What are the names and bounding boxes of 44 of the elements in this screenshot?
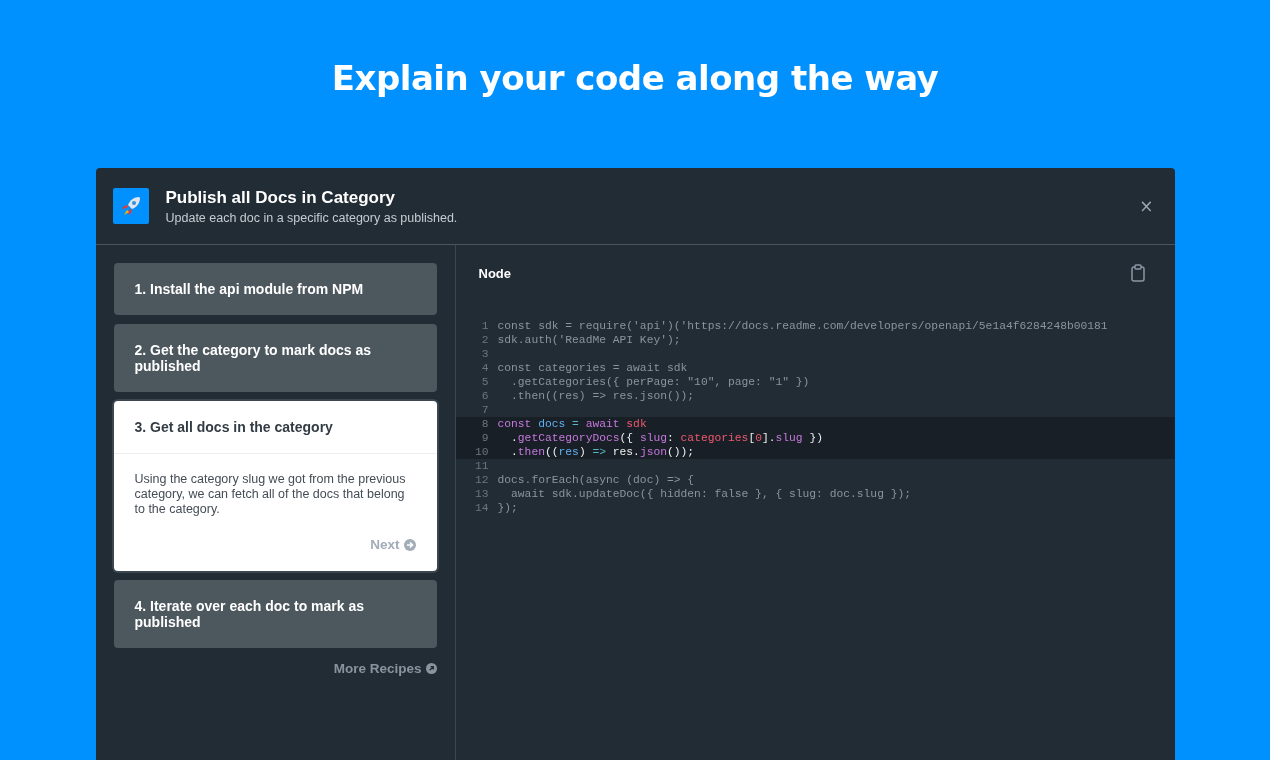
more-recipes-link[interactable]: More Recipes [333,661,437,676]
step-card[interactable]: 2. Get the category to mark docs as published [113,324,437,392]
step-card[interactable]: 3. Get all docs in the category Using the category slug we got from the previous category, we can fetch all of the docs that belong to the category. Next [113,401,437,571]
line-number: 4 [480,361,490,375]
line-number: 6 [480,389,490,403]
step-description: Using the category slug we got from the previous category, we can fetch all of the docs that belong to the category. [133,471,407,518]
line-number: 2 [480,333,490,347]
code-line: }); [497,501,518,515]
line-number: 8 [480,417,490,431]
line-number: 3 [480,347,490,361]
line-number: 11 [473,459,490,473]
arrow-circle-icon [425,663,437,674]
code-line: await sdk.updateDoc({ hidden: false }, { slug: doc.slug }); [510,487,912,501]
line-number: 13 [473,487,490,501]
line-number: 10 [473,445,490,459]
step-title: 1. Install the api module from NPM [134,281,365,297]
dialog-subtitle: Update each doc in a specific category as published. [165,210,459,225]
line-number: 5 [480,375,490,389]
arrow-circle-icon [403,538,416,551]
line-number: 14 [473,501,490,515]
code-line: const sdk = require('api')('https://docs.readme.com/developers/openapi/5e1a4f6284248b00181 [497,319,1108,333]
step-card[interactable]: 4. Iterate over each doc to mark as published [113,580,437,648]
step-title: 2. Get the category to mark docs as published [134,342,373,374]
line-number: 12 [473,473,490,487]
step-title: 3. Get all docs in the category [113,401,437,454]
code-line: sdk.auth('ReadMe API Key'); [497,333,681,347]
step-title: 4. Iterate over each doc to mark as published [134,598,366,630]
line-number: 7 [480,403,490,417]
dialog-title: Publish all Docs in Category [165,187,397,208]
code-line: .then((res) => res.json()); [510,389,695,403]
rocket-icon [112,188,149,224]
code-line: docs.forEach(async (doc) => { [497,473,695,487]
code-line: const docs = await sdk [497,417,647,431]
language-label: Node [478,265,511,281]
code-line: .then((res) => res.json()); [510,445,695,459]
line-number: 1 [480,319,490,333]
step-card[interactable]: 1. Install the api module from NPM [113,263,437,315]
headline: Explain your code along the way [331,58,939,98]
code-line: const categories = await sdk [497,361,688,375]
line-number: 9 [480,431,490,445]
clipboard-icon[interactable] [1130,264,1145,282]
close-button[interactable]: × [1135,196,1158,216]
code-line: .getCategories({ perPage: "10", page: "1" }) [510,375,810,389]
code-line: .getCategoryDocs({ slug: categories[0].slug }) [510,431,823,445]
